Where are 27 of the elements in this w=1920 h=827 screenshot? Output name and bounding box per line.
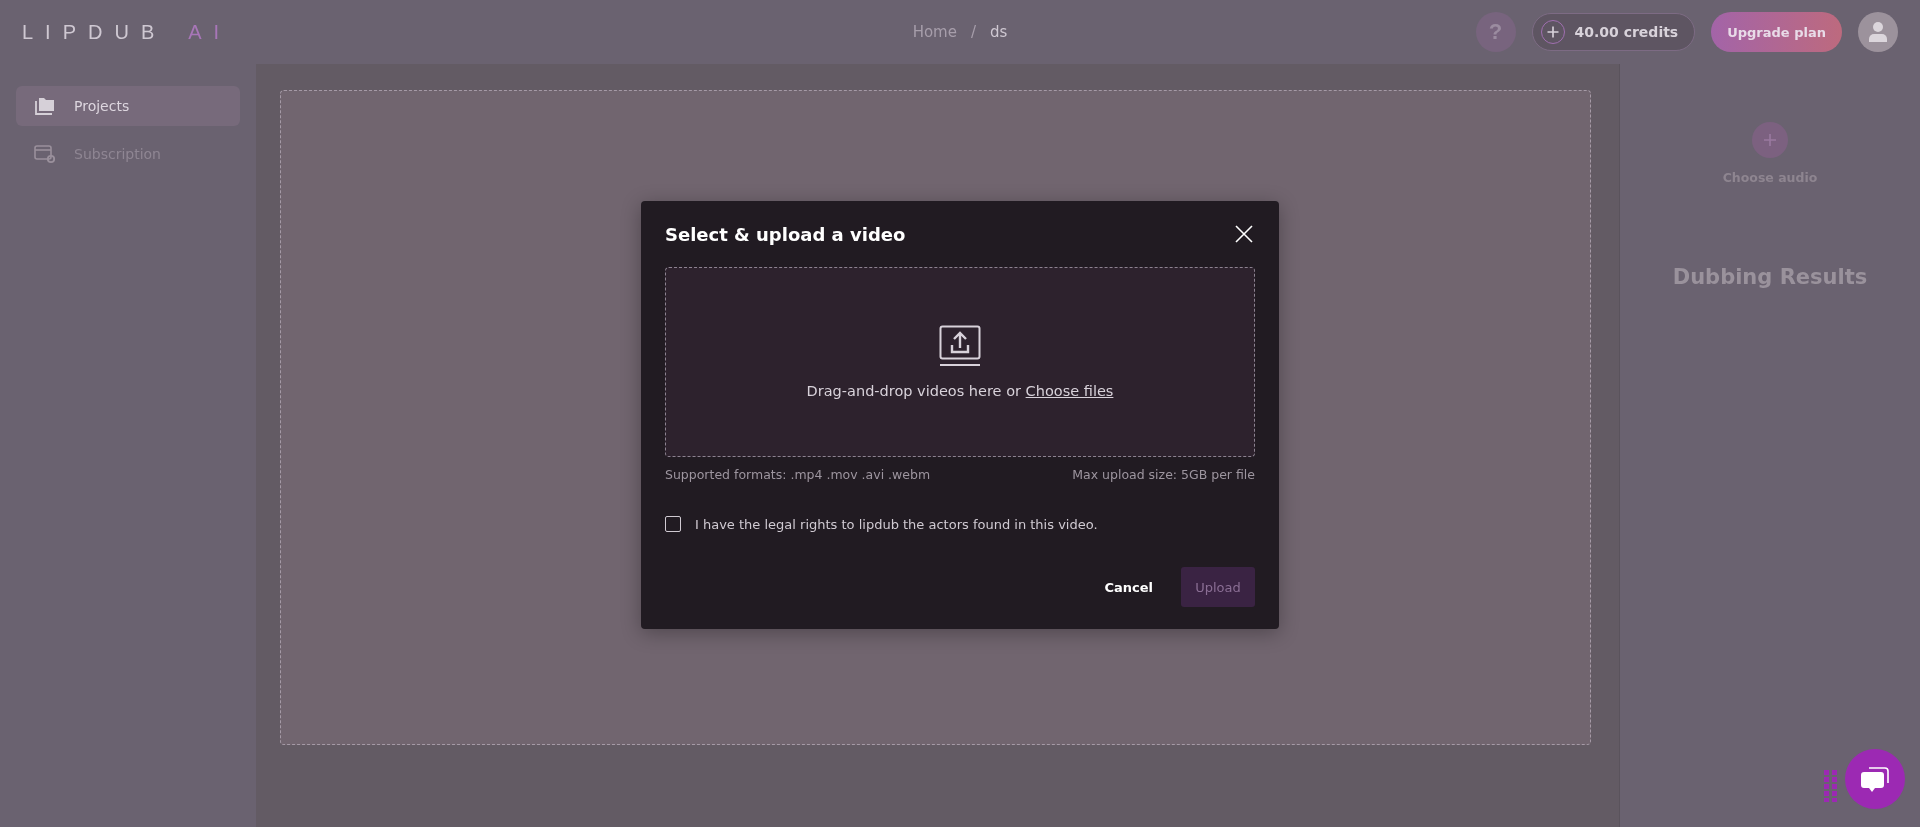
chat-bubble-icon [1860, 764, 1890, 794]
file-drop-zone[interactable]: Drag-and-drop videos here or Choose files [665, 267, 1255, 457]
close-icon [1235, 225, 1253, 243]
breadcrumb-link[interactable]: Home [912, 23, 957, 41]
credits-button[interactable]: 40.00 credits [1531, 13, 1696, 51]
upload-icon [939, 325, 981, 367]
choose-files-link[interactable]: Choose files [1025, 383, 1114, 399]
plus-icon [1763, 133, 1777, 147]
formats-note: Supported formats: .mp4 .mov .avi .webm [665, 467, 931, 482]
logo: LIPDUB AI [22, 20, 233, 44]
drop-instructions: Drag-and-drop videos here or Choose files [806, 383, 1114, 399]
upgrade-plan-button[interactable]: Upgrade plan [1711, 12, 1842, 52]
dialog-title: Select & upload a video [665, 223, 906, 245]
avatar[interactable] [1858, 12, 1898, 52]
cancel-button[interactable]: Cancel [1098, 578, 1159, 596]
breadcrumb-link[interactable]: ds [990, 23, 1008, 41]
folder-icon [34, 96, 56, 116]
consent-label: I have the legal rights to lipdub the actors found in this video. [695, 516, 1098, 532]
sidebar-item[interactable]: Projects [16, 86, 240, 126]
chat-button[interactable] [1845, 749, 1905, 809]
drag-handle-icon[interactable] [1824, 770, 1840, 802]
breadcrumb-separator: / [970, 23, 976, 41]
consent-checkbox[interactable] [665, 516, 681, 532]
size-limit-note: Max upload size: 5GB per file [1072, 467, 1255, 482]
user-icon [1868, 21, 1888, 43]
close-button[interactable] [1233, 223, 1255, 245]
card-gear-icon [34, 144, 56, 164]
